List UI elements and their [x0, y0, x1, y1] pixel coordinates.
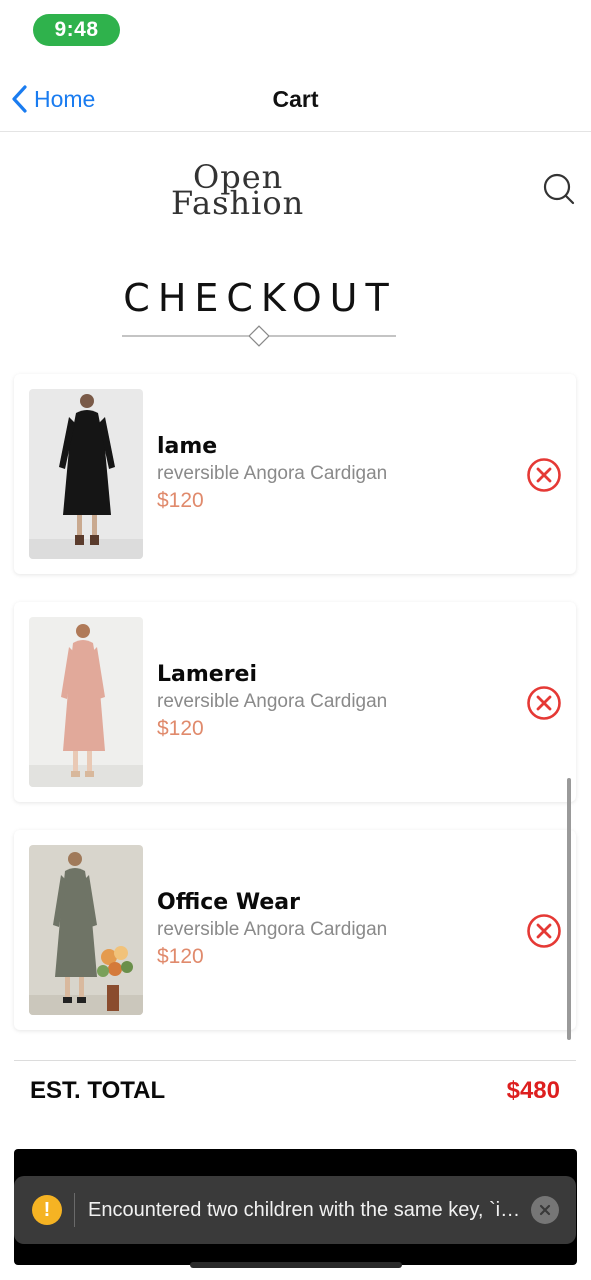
cart-item[interactable]: Lamerei reversible Angora Cardigan $120 [14, 602, 576, 802]
remove-item-button[interactable] [526, 913, 562, 949]
search-button[interactable] [542, 172, 576, 206]
remove-item-button[interactable] [526, 685, 562, 721]
remove-item-button[interactable] [526, 457, 562, 493]
search-icon [543, 173, 575, 205]
nav-bar: Home Cart [0, 62, 591, 132]
close-circle-icon [527, 914, 561, 948]
home-indicator [190, 1262, 402, 1268]
item-price: $120 [157, 489, 204, 512]
item-description: reversible Angora Cardigan [157, 691, 388, 712]
cart-item[interactable]: Office Wear reversible Angora Cardigan $… [14, 830, 576, 1030]
close-circle-icon [527, 686, 561, 720]
total-label: EST. TOTAL [30, 1077, 166, 1104]
toast-close-button[interactable] [531, 1196, 559, 1224]
item-description: reversible Angora Cardigan [157, 463, 388, 484]
scrollbar[interactable] [567, 778, 571, 1040]
item-info: Lamerei reversible Angora Cardigan $120 [157, 662, 497, 741]
time-pill: 9:48 [33, 14, 120, 46]
total-divider [14, 1060, 576, 1061]
item-info: lame reversible Angora Cardigan $120 [157, 434, 497, 513]
warning-toast[interactable]: ! Encountered two children with the same… [14, 1176, 576, 1244]
page-title: CHECKOUT [123, 276, 397, 320]
product-image [29, 617, 143, 787]
item-name: lame [157, 434, 218, 459]
product-image [29, 845, 143, 1015]
product-image [29, 389, 143, 559]
total-value: $480 [506, 1077, 560, 1104]
cart-list: lame reversible Angora Cardigan $120 Lam… [14, 346, 576, 1046]
item-price: $120 [157, 717, 204, 740]
status-bar: 9:48 [0, 0, 591, 62]
brand-logo: Open Fashion [165, 158, 325, 222]
cart-item[interactable]: lame reversible Angora Cardigan $120 [14, 374, 576, 574]
item-description: reversible Angora Cardigan [157, 919, 388, 940]
close-icon [539, 1204, 551, 1216]
logo-line-2: Fashion [171, 184, 305, 222]
title-divider [122, 325, 396, 347]
item-name: Lamerei [157, 662, 258, 687]
toast-separator [74, 1193, 75, 1227]
nav-title: Cart [272, 86, 319, 112]
close-circle-icon [527, 458, 561, 492]
toast-message: Encountered two children with the same k… [88, 1199, 528, 1221]
warning-icon: ! [32, 1195, 62, 1225]
item-name: Office Wear [157, 890, 300, 915]
status-time: 9:48 [54, 18, 99, 41]
item-info: Office Wear reversible Angora Cardigan $… [157, 890, 497, 969]
item-price: $120 [157, 945, 204, 968]
